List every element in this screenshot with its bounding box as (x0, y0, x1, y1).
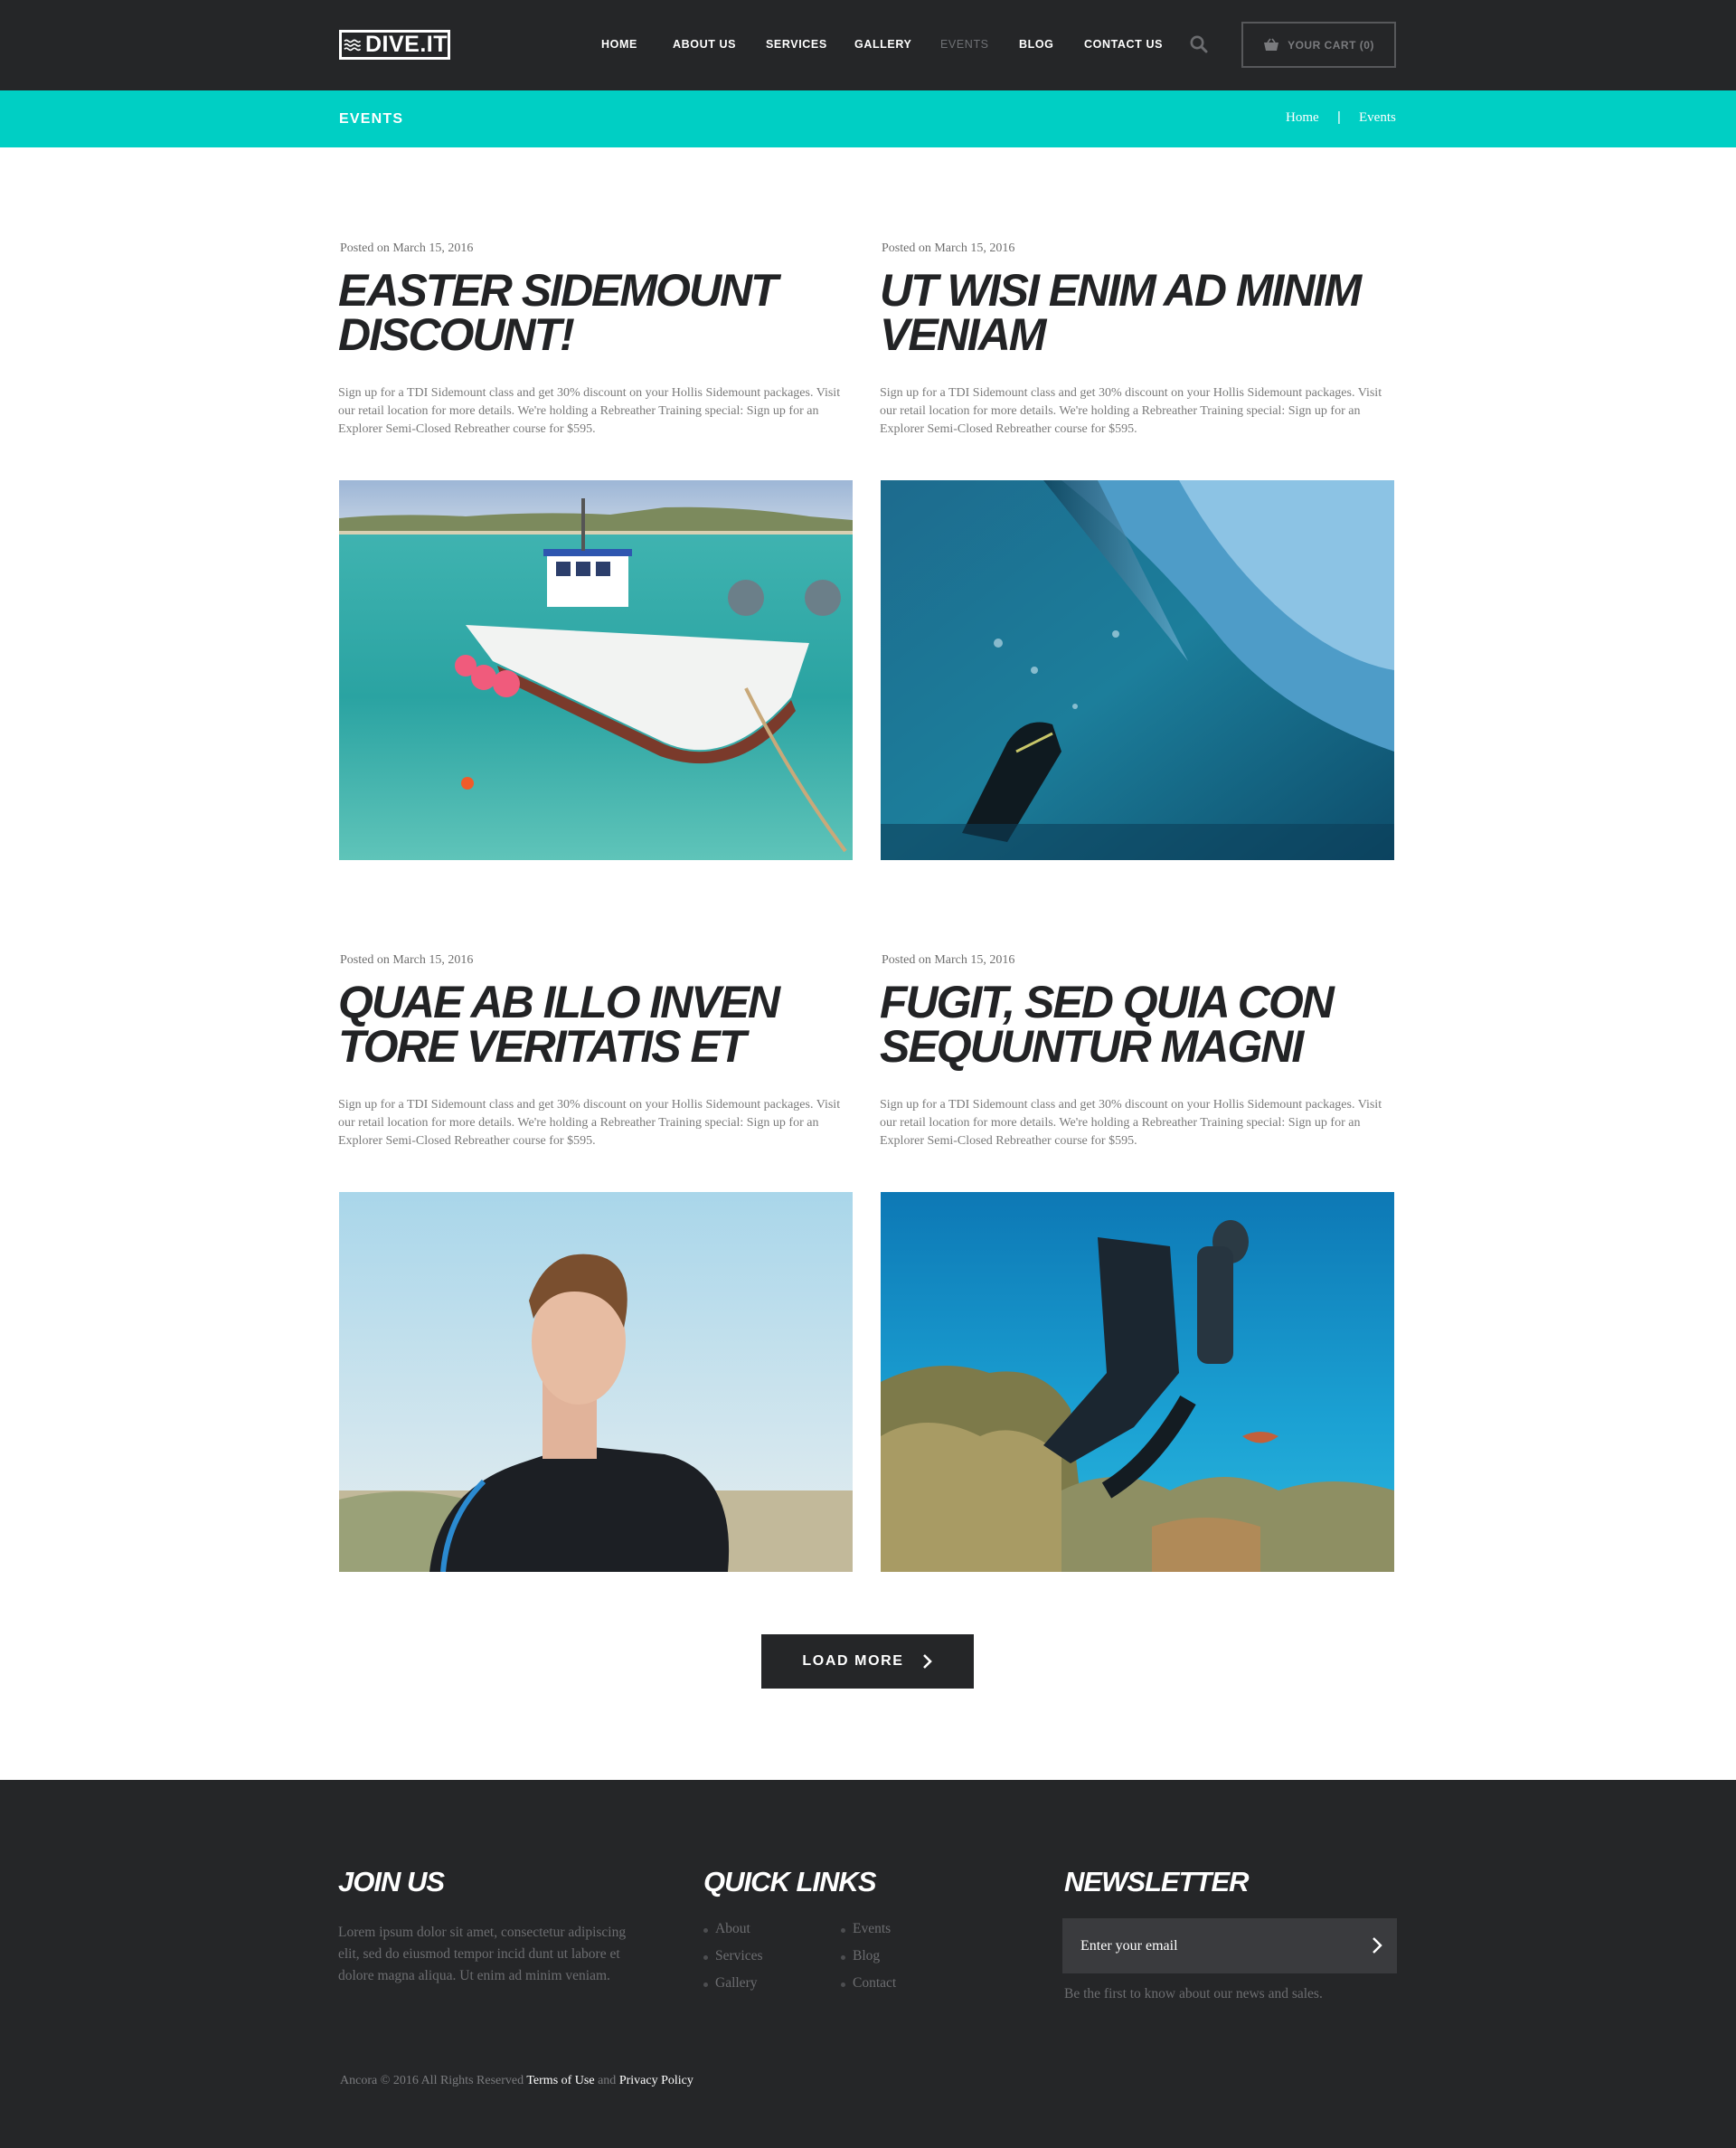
nav-contact-us[interactable]: CONTACT US (1084, 38, 1163, 51)
event-title[interactable]: QUAE AB ILLO INVEN TORE VERITATIS ET (338, 979, 844, 1069)
event-excerpt: Sign up for a TDI Sidemount class and ge… (880, 386, 1382, 436)
nav-services[interactable]: SERVICES (766, 38, 827, 51)
nav-events[interactable]: EVENTS (940, 38, 989, 51)
site-header: DIVE.IT HOME ABOUT US SERVICES GALLERY E… (0, 0, 1736, 90)
footer-link-contact[interactable]: Contact (840, 1975, 896, 1992)
breadcrumb-current: Events (1359, 110, 1396, 125)
event-date: Posted on March 15, 2016 (340, 241, 474, 255)
page-header-bar: EVENTS Home | Events (0, 90, 1736, 147)
newsletter-email-input[interactable] (1062, 1918, 1352, 1973)
logo[interactable]: DIVE.IT (339, 30, 450, 60)
site-footer: JOIN US Lorem ipsum dolor sit amet, cons… (0, 1780, 1736, 2148)
event-date: Posted on March 15, 2016 (882, 953, 1015, 967)
event-title[interactable]: UT WISI ENIM AD MINIM VENIAM (880, 268, 1386, 357)
newsletter-heading: NEWSLETTER (1064, 1866, 1250, 1897)
footer-link-blog[interactable]: Blog (840, 1948, 880, 1964)
chevron-right-icon[interactable] (1366, 1935, 1388, 1956)
cart-button[interactable]: YOUR CART (0) (1241, 22, 1396, 68)
footer-link-services[interactable]: Services (703, 1948, 763, 1964)
nav-about-us[interactable]: ABOUT US (673, 38, 736, 51)
nav-blog[interactable]: BLOG (1019, 38, 1054, 51)
waves-icon (344, 39, 362, 52)
load-more-button[interactable]: LOAD MORE (761, 1634, 974, 1689)
event-image-underwater-wave[interactable] (881, 480, 1394, 860)
nav-gallery[interactable]: GALLERY (854, 38, 911, 51)
footer-link-about[interactable]: About (703, 1921, 750, 1937)
nav-home[interactable]: HOME (601, 38, 637, 51)
footer-link-events[interactable]: Events (840, 1921, 891, 1937)
copyright: Ancora © 2016 All Rights Reserved Terms … (340, 2074, 693, 2088)
newsletter-note: Be the first to know about our news and … (1064, 1986, 1323, 2001)
copyright-and: and (598, 2074, 617, 2087)
event-image-boat[interactable] (339, 480, 853, 860)
event-date: Posted on March 15, 2016 (882, 241, 1015, 255)
event-excerpt: Sign up for a TDI Sidemount class and ge… (880, 1098, 1382, 1148)
event-image-man-wetsuit[interactable] (339, 1192, 853, 1572)
logo-text: DIVE.IT (364, 32, 448, 57)
event-title[interactable]: EASTER SIDEMOUNT DISCOUNT! (338, 268, 844, 357)
join-us-text: Lorem ipsum dolor sit amet, consectetur … (338, 1925, 627, 1983)
privacy-policy-link[interactable]: Privacy Policy (619, 2074, 693, 2087)
event-image-scuba-diver[interactable] (881, 1192, 1394, 1572)
breadcrumb-separator: | (1337, 109, 1341, 125)
cart-label: YOUR CART (0) (1288, 38, 1374, 52)
basket-icon (1264, 38, 1279, 51)
load-more-label: LOAD MORE (802, 1653, 904, 1669)
join-us-heading: JOIN US (338, 1866, 445, 1897)
footer-link-gallery[interactable]: Gallery (703, 1975, 757, 1992)
terms-of-use-link[interactable]: Terms of Use (526, 2074, 594, 2087)
breadcrumb-home-link[interactable]: Home (1286, 110, 1319, 126)
chevron-right-icon (922, 1654, 932, 1669)
search-icon[interactable] (1189, 34, 1209, 54)
event-excerpt: Sign up for a TDI Sidemount class and ge… (338, 386, 841, 436)
event-date: Posted on March 15, 2016 (340, 953, 474, 967)
event-excerpt: Sign up for a TDI Sidemount class and ge… (338, 1098, 841, 1148)
page-title: EVENTS (339, 111, 404, 127)
copyright-text: Ancora © 2016 All Rights Reserved (340, 2074, 524, 2087)
event-title[interactable]: FUGIT, SED QUIA CON SEQUUNTUR MAGNI (880, 979, 1386, 1069)
newsletter-form (1062, 1918, 1397, 1973)
quick-links-heading: QUICK LINKS (703, 1866, 876, 1897)
